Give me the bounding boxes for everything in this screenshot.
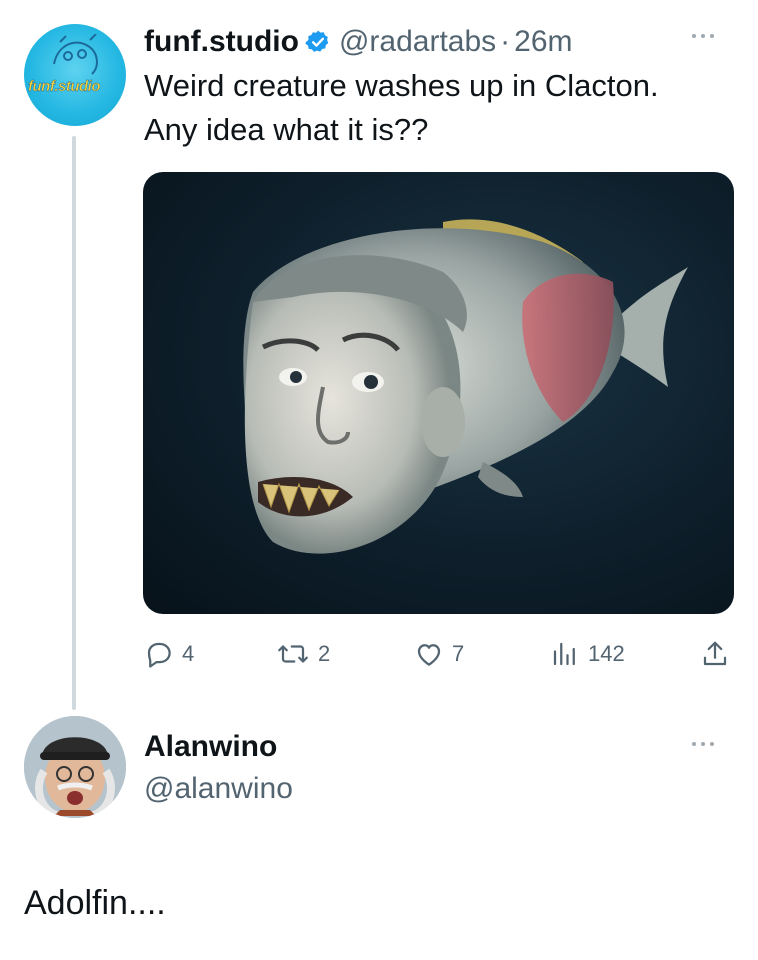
views-chart-icon bbox=[553, 642, 575, 666]
author-avatar[interactable]: funf.studio bbox=[24, 24, 126, 126]
reply-count: 4 bbox=[182, 641, 195, 666]
tweet-action-bar: 4 2 7 142 bbox=[0, 632, 758, 676]
reply-text: Adolfin.... bbox=[24, 884, 166, 922]
verified-badge-icon bbox=[305, 29, 331, 55]
thread-connector-line bbox=[72, 136, 76, 710]
reply-more-options-icon[interactable] bbox=[688, 734, 718, 759]
like-count: 7 bbox=[452, 641, 465, 666]
avatar-logo-text: funf.studio bbox=[28, 78, 101, 95]
avatar-doodle-icon bbox=[53, 34, 98, 75]
tweet-text: Weird creature washes up in Clacton. Any… bbox=[144, 64, 744, 152]
retweet-icon bbox=[278, 645, 308, 663]
reply-avatar-image bbox=[24, 716, 126, 818]
retweet-count: 2 bbox=[318, 641, 331, 666]
reply-button[interactable]: 4 bbox=[144, 632, 194, 676]
fish-creature-image bbox=[243, 219, 688, 554]
reply-author-name[interactable]: Alanwino bbox=[144, 730, 277, 764]
more-options-icon[interactable] bbox=[688, 26, 718, 51]
views-count: 142 bbox=[588, 641, 625, 666]
author-display-name[interactable]: funf.studio bbox=[144, 25, 299, 59]
reply-author-handle[interactable]: @alanwino bbox=[144, 772, 293, 806]
reply-icon bbox=[147, 642, 171, 668]
tweet-text-line: Weird creature washes up in Clacton. bbox=[144, 68, 659, 103]
views-button[interactable]: 142 bbox=[550, 632, 625, 676]
author-handle[interactable]: @radartabs bbox=[339, 25, 496, 59]
like-button[interactable]: 7 bbox=[414, 632, 464, 676]
tweet-text-line: Any idea what it is?? bbox=[144, 112, 429, 147]
retweet-button[interactable]: 2 bbox=[276, 632, 330, 676]
meta-separator: · bbox=[500, 25, 511, 58]
share-button[interactable] bbox=[700, 632, 730, 676]
tweet-timestamp[interactable]: 26m bbox=[514, 25, 572, 59]
heart-icon bbox=[417, 644, 441, 666]
tweet-media-image[interactable] bbox=[143, 172, 734, 614]
tweet-header: funf.studio @radartabs · 26m bbox=[144, 22, 573, 62]
share-icon bbox=[703, 641, 727, 666]
reply-author-avatar[interactable] bbox=[24, 716, 126, 818]
